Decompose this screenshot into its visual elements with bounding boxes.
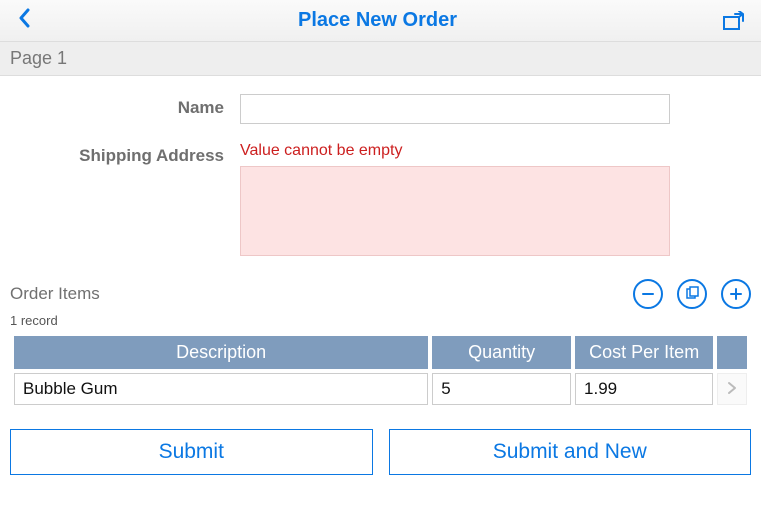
order-items-header: Order Items [0,279,761,313]
chevron-right-icon [727,381,737,395]
share-button[interactable] [719,7,749,35]
table-row [14,373,747,405]
address-error: Value cannot be empty [240,142,751,160]
items-table: Description Quantity Cost Per Item [10,332,751,409]
header-bar: Place New Order [0,0,761,42]
cost-input[interactable] [575,373,713,405]
share-icon [723,11,745,31]
page-indicator: Page 1 [0,42,761,76]
back-button[interactable] [12,4,36,38]
page-title: Place New Order [298,9,457,32]
add-item-button[interactable] [721,279,751,309]
col-chevron [717,336,747,369]
submit-and-new-button[interactable]: Submit and New [389,429,752,475]
remove-item-button[interactable] [633,279,663,309]
form-row-name: Name [0,94,761,124]
desc-input[interactable] [14,373,428,405]
row-detail-button[interactable] [717,373,747,405]
col-quantity: Quantity [432,336,571,369]
col-cost: Cost Per Item [575,336,713,369]
form-row-address: Shipping Address Value cannot be empty [0,142,761,261]
copy-icon [684,286,700,302]
form-area: Name Shipping Address Value cannot be em… [0,76,761,261]
record-count: 1 record [0,313,761,332]
chevron-left-icon [18,8,30,28]
order-items-label: Order Items [10,284,100,304]
plus-icon [728,286,744,302]
minus-icon [640,286,656,302]
item-action-row [633,279,751,309]
col-description: Description [14,336,428,369]
submit-button[interactable]: Submit [10,429,373,475]
name-label: Name [10,94,240,118]
qty-input[interactable] [432,373,571,405]
table-header-row: Description Quantity Cost Per Item [14,336,747,369]
address-label: Shipping Address [10,142,240,166]
duplicate-item-button[interactable] [677,279,707,309]
address-input[interactable] [240,166,670,256]
button-row: Submit Submit and New [0,409,761,475]
name-input[interactable] [240,94,670,124]
